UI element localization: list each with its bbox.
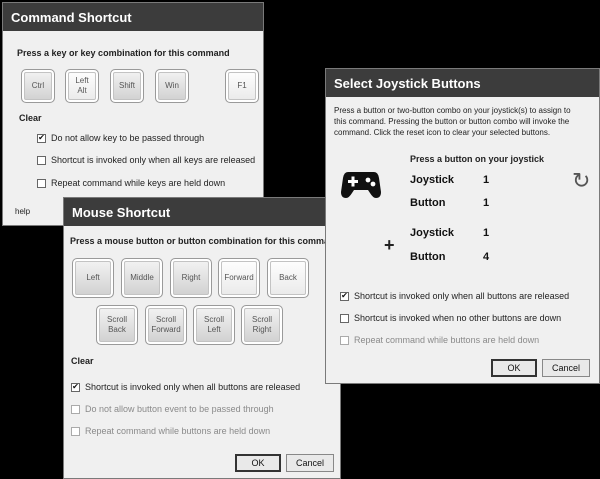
dialog-title: Command Shortcut — [11, 9, 132, 25]
ok-button[interactable]: OK — [235, 454, 281, 472]
key-label: F1 — [237, 81, 247, 90]
first-joystick-value: 1 — [483, 174, 490, 186]
key-label: Scroll — [106, 315, 127, 324]
scroll-forward-button[interactable]: Scroll Forward — [145, 305, 187, 345]
first-button-label: Button — [410, 197, 446, 209]
scroll-right-button[interactable]: Scroll Right — [241, 305, 283, 345]
command-shortcut-dialog: Command Shortcut Press a key or key comb… — [2, 2, 264, 226]
key-left-alt[interactable]: Left Alt — [65, 69, 99, 103]
checkbox-box[interactable] — [37, 178, 46, 188]
key-label: Right — [252, 325, 272, 334]
scroll-back-button[interactable]: Scroll Back — [96, 305, 138, 345]
key-shift[interactable]: Shift — [110, 69, 144, 103]
key-label: Left — [75, 76, 89, 85]
key-label: Back — [108, 325, 126, 334]
reset-icon[interactable]: ↻ — [572, 169, 590, 194]
cancel-button[interactable]: Cancel — [542, 359, 590, 377]
key-label: Win — [165, 81, 179, 90]
clear-link[interactable]: Clear — [19, 113, 42, 123]
dialog-title-bar: Mouse Shortcut — [64, 198, 340, 226]
joystick-description: Press a button or two-button combo on yo… — [334, 105, 571, 138]
second-joystick-value: 1 — [483, 227, 490, 239]
description-line: this command. Pressing the button or but… — [334, 117, 570, 126]
key-f1[interactable]: F1 — [225, 69, 259, 103]
mouse-left-button[interactable]: Left — [72, 258, 114, 298]
key-label: Scroll — [251, 315, 272, 324]
description-line: Press a button or two-button combo on yo… — [334, 106, 571, 115]
key-label: Shift — [118, 81, 135, 90]
invoke-on-release-checkbox[interactable]: ✔ Shortcut is invoked only when all butto… — [340, 291, 569, 301]
first-button-value: 1 — [483, 197, 490, 209]
key-label: Middle — [130, 273, 154, 282]
checkbox-label: Shortcut is invoked when no other button… — [354, 313, 562, 323]
mouse-back-button[interactable]: Back — [267, 258, 309, 298]
scroll-left-button[interactable]: Scroll Left — [193, 305, 235, 345]
checkbox-box[interactable] — [340, 313, 349, 323]
key-label: Back — [279, 273, 297, 282]
checkbox-label: Repeat command while buttons are held do… — [354, 335, 540, 345]
dialog-title-bar: Command Shortcut — [3, 3, 263, 31]
help-link[interactable]: help — [15, 207, 30, 216]
mouse-forward-button[interactable]: Forward — [218, 258, 260, 298]
checkbox-label: Repeat command while keys are held down — [51, 178, 226, 188]
first-joystick-label: Joystick — [410, 174, 455, 186]
key-win[interactable]: Win — [155, 69, 189, 103]
description-line: command. Click the reset icon to clear y… — [334, 128, 551, 137]
joystick-dialog: Select Joystick Buttons Press a button o… — [325, 68, 600, 384]
checkbox-box[interactable] — [71, 426, 80, 436]
key-label: Scroll — [203, 315, 224, 324]
plus-sign: + — [384, 235, 395, 255]
checkbox-label: Do not allow button event to be passed t… — [85, 404, 274, 414]
checkbox-label: Repeat command while buttons are held do… — [85, 426, 271, 436]
key-ctrl[interactable]: Ctrl — [21, 69, 55, 103]
key-label: Forward — [224, 273, 254, 282]
clear-link[interactable]: Clear — [71, 356, 94, 366]
invoke-on-release-checkbox[interactable]: ✔ Shortcut is invoked only when all butto… — [71, 382, 300, 392]
no-pass-through-checkbox[interactable]: Do not allow button event to be passed t… — [71, 404, 274, 414]
mouse-middle-button[interactable]: Middle — [121, 258, 163, 298]
checkbox-label: Shortcut is invoked only when all button… — [354, 291, 570, 301]
mouse-right-button[interactable]: Right — [170, 258, 212, 298]
gamepad-icon — [341, 172, 381, 198]
checkbox-box[interactable] — [37, 155, 46, 165]
key-label: Alt — [77, 86, 87, 95]
checkbox-box[interactable] — [340, 335, 349, 345]
repeat-command-checkbox[interactable]: Repeat command while buttons are held do… — [71, 426, 270, 436]
mouse-shortcut-dialog: Mouse Shortcut Press a mouse button or b… — [63, 197, 341, 479]
second-button-value: 4 — [483, 251, 490, 263]
dialog-title: Mouse Shortcut — [72, 204, 171, 220]
repeat-command-checkbox[interactable]: Repeat command while keys are held down — [37, 178, 225, 188]
key-label: Ctrl — [31, 81, 45, 90]
checkbox-box[interactable]: ✔ — [71, 382, 80, 392]
checkbox-label: Do not allow key to be passed through — [51, 133, 205, 143]
key-prompt: Press a key or key combination for this … — [17, 48, 230, 58]
press-joystick-prompt: Press a button on your joystick — [410, 154, 545, 164]
checkbox-label: Shortcut is invoked only when all button… — [85, 382, 301, 392]
cancel-button[interactable]: Cancel — [286, 454, 334, 472]
checkbox-box[interactable]: ✔ — [340, 291, 349, 301]
second-joystick-label: Joystick — [410, 227, 455, 239]
checkbox-box[interactable] — [71, 404, 80, 414]
no-pass-through-checkbox[interactable]: ✔ Do not allow key to be passed through — [37, 133, 204, 143]
mouse-prompt: Press a mouse button or button combinati… — [70, 236, 341, 246]
key-label: Forward — [151, 325, 181, 334]
key-label: Scroll — [155, 315, 176, 324]
dialog-title-bar: Select Joystick Buttons — [326, 69, 599, 97]
key-label: Left — [86, 273, 100, 282]
second-button-label: Button — [410, 251, 446, 263]
key-label: Right — [181, 273, 201, 282]
dialog-title: Select Joystick Buttons — [334, 75, 481, 91]
key-label: Left — [207, 325, 221, 334]
checkbox-box[interactable]: ✔ — [37, 133, 46, 143]
no-other-buttons-checkbox[interactable]: Shortcut is invoked when no other button… — [340, 313, 561, 323]
checkbox-label: Shortcut is invoked only when all keys a… — [51, 155, 256, 165]
repeat-command-checkbox[interactable]: Repeat command while buttons are held do… — [340, 335, 539, 345]
invoke-on-release-checkbox[interactable]: Shortcut is invoked only when all keys a… — [37, 155, 255, 165]
ok-button[interactable]: OK — [491, 359, 537, 377]
